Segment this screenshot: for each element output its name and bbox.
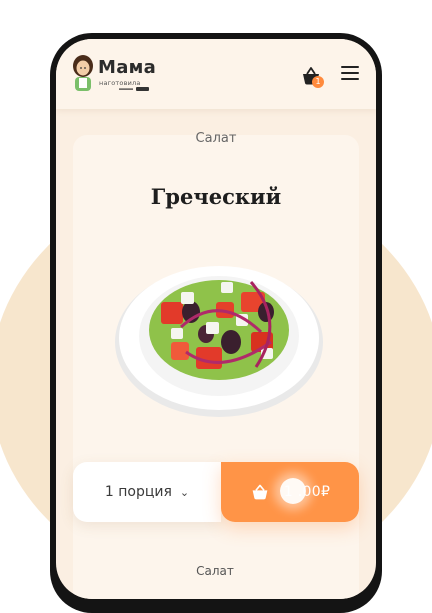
chef-mom-logo-icon[interactable] — [70, 53, 96, 93]
cart-count-badge: 1 — [312, 76, 324, 88]
next-product-category: Салат — [196, 564, 234, 578]
product-category: Салат — [195, 131, 237, 146]
app-header: Мама наготовила 1 — [56, 39, 376, 109]
tap-indicator — [280, 478, 306, 504]
menu-line — [341, 66, 359, 68]
menu-line — [341, 72, 359, 74]
logo-title[interactable]: Мама — [98, 57, 156, 78]
hamburger-menu-button[interactable] — [341, 66, 359, 82]
greek-salad-image — [115, 266, 323, 417]
chevron-down-icon: ⌄ — [179, 485, 190, 499]
basket-icon — [252, 484, 268, 500]
utensils-icon — [119, 87, 149, 91]
menu-line — [341, 78, 359, 80]
portion-label: 1 порция — [104, 484, 172, 500]
portion-select[interactable]: 1 порция ⌄ — [73, 462, 221, 522]
product-title: Греческий — [150, 184, 282, 209]
